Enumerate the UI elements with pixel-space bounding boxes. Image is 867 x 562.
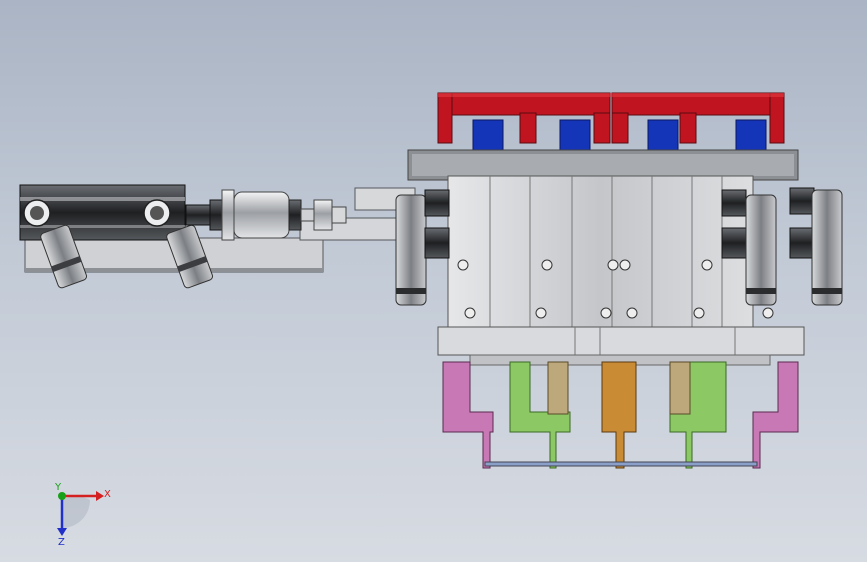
screw-icon (607, 259, 619, 271)
cad-viewport[interactable]: X Y Z (0, 0, 867, 562)
coordinate-triad: X Y Z (54, 482, 111, 548)
screw-icon (464, 307, 476, 319)
gripper-assembly-drawing: X Y Z (19, 92, 843, 548)
screw-icon (701, 259, 713, 271)
screw-icon (626, 307, 638, 319)
jaw-pink-left (442, 361, 494, 469)
z-axis-label: Z (58, 537, 65, 548)
y-axis-label: Y (54, 482, 62, 493)
shock-absorber (221, 189, 235, 241)
screw-icon (693, 307, 705, 319)
jaw-tan-2 (669, 361, 691, 415)
x-axis-arrowhead (96, 491, 104, 501)
jaw-orange-center (601, 361, 637, 469)
jaw-tan-1 (547, 361, 569, 415)
rod-nut (185, 204, 211, 226)
screw-icon (535, 307, 547, 319)
gripper-jaws (442, 361, 799, 469)
jaw-pink-right (752, 361, 799, 469)
z-axis-arrowhead (57, 528, 67, 536)
x-axis-label: X (104, 489, 111, 500)
screw-icon (600, 307, 612, 319)
stopper-nut (313, 199, 333, 231)
clamp-plate (437, 326, 805, 356)
screw-icon (541, 259, 553, 271)
screw-icon (457, 259, 469, 271)
left-cylinder-assembly (19, 184, 416, 289)
screw-icon (762, 307, 774, 319)
screw-icon (619, 259, 631, 271)
bottom-rail (484, 461, 758, 467)
y-axis-marker (58, 492, 66, 500)
